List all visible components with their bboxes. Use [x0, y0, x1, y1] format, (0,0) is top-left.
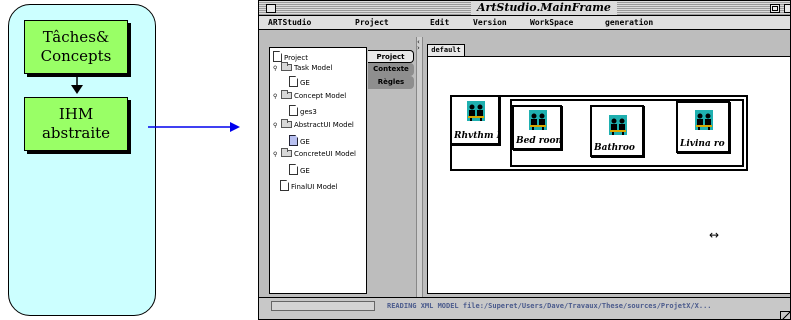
document-icon	[289, 76, 298, 87]
resize-grip-icon[interactable]	[780, 311, 790, 319]
card-label: Rhvthm I	[454, 131, 501, 141]
document-icon	[273, 51, 282, 62]
menu-project[interactable]: Project	[355, 16, 389, 30]
tree-item-concept-ges3[interactable]: ges3	[289, 105, 317, 116]
people-icon	[695, 110, 713, 130]
folder-icon	[281, 119, 292, 128]
tree-item-label: ConcreteUI Model	[294, 150, 356, 158]
tree-item-concreteui-ge[interactable]: GE	[289, 164, 310, 175]
card-label: Livina ro	[680, 139, 725, 149]
tree-item-label: Project	[284, 54, 308, 62]
twisty-expanded-icon[interactable]: ⚲	[273, 149, 279, 160]
tree-item-label: Concept Model	[294, 92, 347, 100]
tree-item-label: AbstractUI Model	[294, 121, 354, 129]
document-icon	[289, 164, 298, 175]
folder-icon	[281, 62, 292, 71]
document-icon	[280, 180, 289, 191]
card-bathroom[interactable]: Bathroo	[590, 105, 644, 157]
zoom-box[interactable]	[770, 4, 780, 13]
project-tree: Project ⚲ Task Model GE ⚲ Concept Model ge…	[269, 47, 367, 294]
card-label: Bathroo	[594, 143, 635, 153]
status-bar: READING XML MODEL file:/Superet/Users/Da…	[259, 297, 790, 319]
tree-item-label: GE	[300, 167, 310, 175]
tree-item-task-model[interactable]: ⚲ Task Model	[273, 62, 333, 74]
tree-item-project[interactable]: Project	[273, 51, 308, 62]
document-icon	[289, 105, 298, 116]
tab-regles[interactable]: Règles	[368, 76, 414, 89]
twisty-expanded-icon[interactable]: ⚲	[273, 120, 279, 131]
layout-canvas[interactable]: Rhvthm I Bed roon Bathroo Livina ro	[427, 56, 790, 294]
card-living-room[interactable]: Livina ro	[676, 101, 730, 153]
tree-item-finalui-model[interactable]: FinalUI Model	[280, 180, 338, 191]
folder-icon	[281, 148, 292, 157]
folder-icon	[281, 90, 292, 99]
menu-edit[interactable]: Edit	[430, 16, 449, 30]
people-icon	[609, 115, 627, 135]
window-title: ArtStudio.MainFrame	[471, 1, 617, 15]
artstudio-window: ArtStudio.MainFrame ARTStudio Project Ed…	[258, 0, 791, 320]
people-icon	[529, 110, 547, 130]
tree-item-label: GE	[300, 138, 310, 146]
twisty-expanded-icon[interactable]: ⚲	[273, 91, 279, 102]
menu-bar: ARTStudio Project Edit Version WorkSpace…	[259, 16, 790, 30]
tree-item-concept-model[interactable]: ⚲ Concept Model	[273, 90, 347, 102]
card-bedroom[interactable]: Bed roon	[512, 105, 562, 150]
status-message: READING XML MODEL file:/Superet/Users/Da…	[387, 302, 712, 310]
tab-project[interactable]: Project	[368, 50, 414, 63]
tab-default[interactable]: default	[427, 44, 465, 56]
tab-contexte[interactable]: Contexte	[368, 63, 414, 76]
pane-splitter[interactable]	[416, 37, 423, 297]
tree-item-label: GE	[300, 79, 310, 87]
tree-item-task-ge[interactable]: GE	[289, 76, 310, 87]
menu-generation[interactable]: generation	[605, 16, 653, 30]
twisty-expanded-icon[interactable]: ⚲	[273, 63, 279, 74]
menu-workspace[interactable]: WorkSpace	[530, 16, 573, 30]
menu-version[interactable]: Version	[473, 16, 507, 30]
document-icon	[289, 135, 298, 146]
menu-artstudio[interactable]: ARTStudio	[268, 16, 311, 30]
splitter-arrows-icon[interactable]: ‹ ›	[417, 39, 420, 52]
tree-item-concreteui-model[interactable]: ⚲ ConcreteUI Model	[273, 148, 356, 160]
resize-cursor-icon: ↔	[709, 228, 720, 242]
tree-item-label: ges3	[300, 108, 317, 116]
tree-item-label: Task Model	[294, 64, 333, 72]
people-icon	[467, 101, 485, 121]
close-box[interactable]	[266, 4, 276, 13]
card-rhythm[interactable]: Rhvthm I	[450, 95, 501, 145]
tree-item-abstractui-model[interactable]: ⚲ AbstractUI Model	[273, 119, 354, 131]
card-label: Bed roon	[516, 136, 563, 146]
status-progress-field	[271, 301, 375, 311]
title-bar[interactable]: ArtStudio.MainFrame	[259, 1, 790, 16]
tree-item-label: FinalUI Model	[291, 183, 338, 191]
collapse-box[interactable]	[784, 4, 790, 13]
flow-arrow	[148, 122, 240, 132]
tree-item-abstractui-ge[interactable]: GE	[289, 135, 310, 146]
